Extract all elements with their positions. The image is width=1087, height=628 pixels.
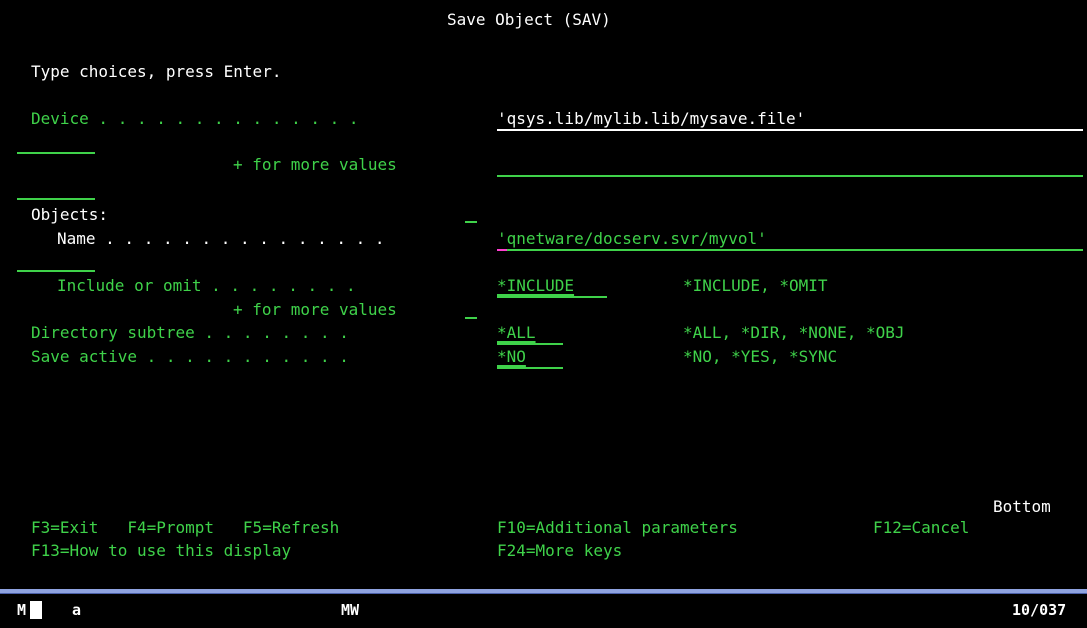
include-choices: *INCLUDE, *OMIT [683, 276, 828, 295]
subtree-field[interactable]: *ALL [497, 323, 536, 343]
objects-label: Objects: [31, 205, 109, 224]
save-active-field-underline [497, 367, 563, 369]
function-key-f10[interactable]: F10=Additional parameters [497, 518, 738, 538]
position-indicator: Bottom [993, 497, 1051, 516]
text-cursor [497, 249, 507, 251]
status-bar-border-shadow [0, 593, 1087, 594]
function-key-f12[interactable]: F12=Cancel [873, 518, 969, 538]
name-label: Name . . . . . . . . . . . . . . . [57, 229, 385, 248]
screen-title: Save Object (SAV) [447, 10, 611, 29]
device-more-values-label: + for more values [233, 155, 397, 174]
objects-underline [17, 198, 95, 200]
name-extra-underline[interactable] [17, 270, 95, 272]
status-session: a [72, 601, 82, 619]
save-active-choices: *NO, *YES, *SYNC [683, 347, 838, 366]
function-keys-row2[interactable]: F13=How to use this display [31, 541, 291, 561]
status-mode: MW [341, 601, 360, 619]
status-cursor-position: 10/037 [1012, 601, 1067, 619]
include-more-values-label: + for more values [233, 300, 397, 319]
include-field-underline [497, 296, 607, 298]
function-keys-row1[interactable]: F3=Exit F4=Prompt F5=Refresh [31, 518, 339, 538]
name-field-underline [497, 249, 1083, 251]
instructions-text: Type choices, press Enter. [31, 62, 282, 81]
save-active-label: Save active . . . . . . . . . . . [31, 347, 349, 366]
function-key-f24[interactable]: F24=More keys [497, 541, 622, 561]
status-bar [0, 589, 1087, 628]
name-field[interactable]: 'qnetware/docserv.svr/myvol' [497, 229, 767, 249]
device-more-values-field[interactable] [497, 175, 1083, 177]
device-extra-underline[interactable] [17, 152, 95, 154]
device-label: Device . . . . . . . . . . . . . . [31, 109, 359, 128]
device-field[interactable]: 'qsys.lib/mylib.lib/mysave.file' [497, 109, 805, 129]
subtree-label: Directory subtree . . . . . . . . [31, 323, 349, 342]
device-field-underline [497, 129, 1083, 131]
status-indicator: M [17, 601, 27, 619]
subtree-choices: *ALL, *DIR, *NONE, *OBJ [683, 323, 905, 342]
terminal-screen: Save Object (SAV) Type choices, press En… [0, 0, 1087, 628]
subtree-field-underline [497, 343, 563, 345]
include-field[interactable]: *INCLUDE [497, 276, 574, 296]
status-block-icon [30, 601, 42, 619]
include-more-values-field[interactable] [465, 317, 477, 319]
save-active-field[interactable]: *NO [497, 347, 526, 367]
include-label: Include or omit . . . . . . . . [57, 276, 356, 295]
objects-entry-marker[interactable] [465, 221, 477, 223]
